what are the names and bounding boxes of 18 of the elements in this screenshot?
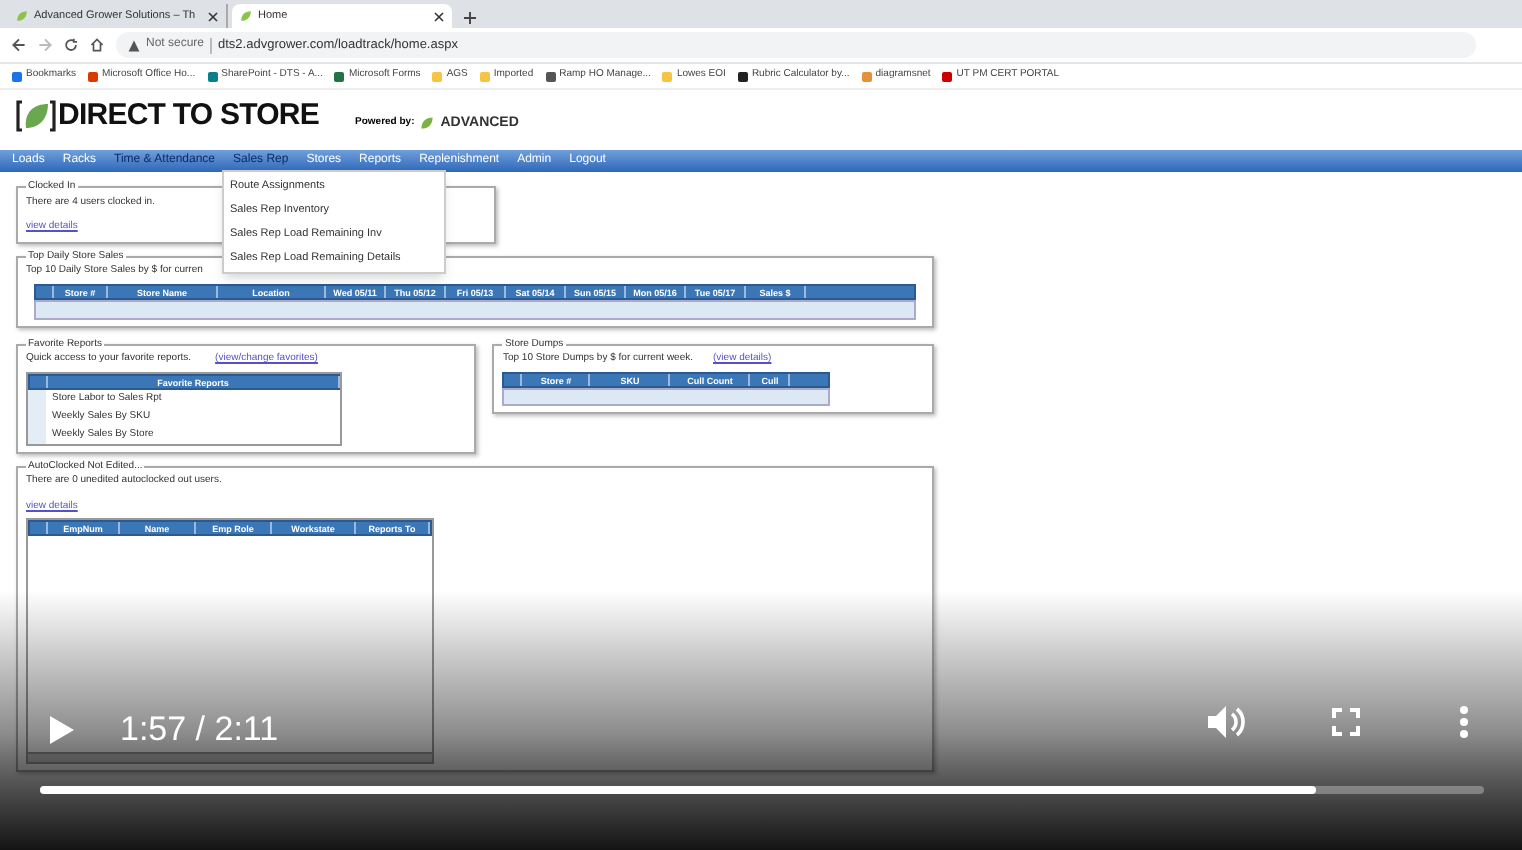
leaf-logo-icon (16, 97, 56, 134)
play-icon[interactable] (48, 713, 76, 746)
site-logo: DIRECT TO STORE (58, 95, 320, 135)
leaf-icon (16, 10, 28, 22)
leaf-icon (240, 10, 252, 22)
leaf-icon (420, 116, 435, 131)
more-icon[interactable] (1458, 704, 1470, 740)
volume-icon[interactable] (1206, 704, 1246, 740)
reload-icon[interactable] (64, 38, 78, 52)
back-icon[interactable] (12, 38, 26, 52)
close-icon[interactable] (434, 11, 444, 21)
home-icon[interactable] (90, 38, 104, 52)
playback-time: 1:57 / 2:11 (120, 708, 279, 752)
close-icon[interactable] (208, 11, 218, 21)
scroll-bar[interactable] (28, 752, 432, 762)
fullscreen-icon[interactable] (1332, 708, 1360, 736)
new-tab-icon[interactable] (464, 12, 476, 24)
warning-icon (128, 39, 140, 51)
